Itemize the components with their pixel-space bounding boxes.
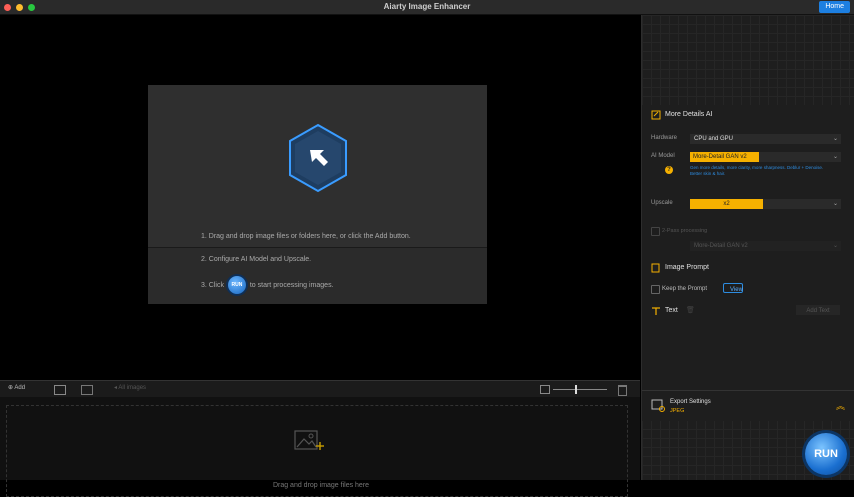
chevron-down-icon: ⌄ (832, 154, 838, 160)
chevron-up-icon[interactable]: ︽ (836, 399, 845, 412)
enhance-icon (651, 110, 661, 120)
app-title: Aiarty Image Enhancer (383, 2, 471, 11)
step-3-suffix: to start processing images. (249, 281, 334, 289)
home-button[interactable]: Home (819, 1, 850, 13)
export-settings-bar[interactable]: Export Settings JPEG ︽ (642, 390, 854, 421)
run-button[interactable]: RUN (805, 433, 847, 475)
export-format: JPEG (670, 408, 685, 414)
all-images-label: All images (118, 385, 147, 391)
filmstrip-drop-zone[interactable]: Drag and drop image files here (6, 405, 628, 497)
upscale-value: x2 (690, 199, 763, 209)
ai-model-label: AI Model (651, 153, 675, 159)
upscale-dropdown[interactable]: x2 ⌄ (690, 199, 841, 209)
add-label: Add (14, 385, 26, 391)
ai-model-hint: Gen more details, more clarity, more sha… (690, 165, 824, 176)
two-pass-checkbox[interactable] (651, 227, 660, 236)
app-logo-icon (289, 123, 347, 193)
ai-model-value: More-Detail GAN v2 (690, 152, 759, 162)
filmstrip-toolbar: ⊕ Add ◂ All images (0, 380, 640, 398)
section-title-more-details: More Details AI (665, 111, 713, 118)
drop-card-upper: 1. Drag and drop image files or folders … (148, 85, 487, 248)
slider-handle[interactable] (575, 385, 577, 394)
drop-card[interactable]: 1. Drag and drop image files or folders … (148, 85, 487, 304)
thumbnail-size-slider[interactable] (553, 389, 607, 390)
help-icon[interactable]: ? (665, 166, 673, 174)
hardware-value: CPU and GPU (694, 136, 734, 142)
upscale-label: Upscale (651, 200, 673, 206)
chevron-down-icon: ⌄ (832, 136, 838, 142)
trash-icon[interactable] (618, 385, 627, 396)
all-images-selector[interactable]: ◂ All images (114, 384, 146, 391)
chevron-down-icon: ⌄ (832, 201, 838, 207)
filmstrip[interactable]: Drag and drop image files here (0, 397, 640, 497)
image-prompt-icon (651, 263, 660, 273)
two-pass-label: 2-Pass processing (662, 228, 708, 234)
title-bar: Aiarty Image Enhancer Home (0, 0, 854, 15)
two-pass-model-value: More-Detail GAN v2 (694, 243, 748, 249)
two-pass-model-dropdown[interactable]: More-Detail GAN v2 ⌄ (690, 241, 841, 251)
keep-prompt-label: Keep the Prompt (662, 286, 708, 292)
keep-prompt-checkbox[interactable] (651, 285, 660, 294)
thumbnail-size-icon (540, 385, 550, 394)
inline-run-button[interactable]: RUN (227, 276, 246, 294)
export-settings-icon (651, 399, 665, 412)
image-canvas[interactable]: 1. Drag and drop image files or folders … (0, 15, 640, 379)
export-settings-title: Export Settings (670, 399, 711, 405)
hardware-label: Hardware (651, 135, 678, 141)
chevron-down-icon: ⌄ (832, 243, 838, 249)
compare-view-icon[interactable] (81, 385, 93, 395)
instruction-step-2: 2. Configure AI Model and Upscale. (201, 256, 312, 263)
image-prompt-title: Image Prompt (665, 264, 709, 271)
delete-text-icon[interactable]: 🗑 (686, 306, 695, 314)
view-prompt-button[interactable]: View (723, 283, 743, 293)
instruction-step-1: 1. Drag and drop image files or folders … (201, 233, 411, 240)
add-text-button[interactable]: Add Text (796, 305, 840, 315)
step-3-prefix: 3. Click (201, 281, 224, 289)
ai-model-dropdown[interactable]: More-Detail GAN v2 ⌄ (690, 152, 841, 162)
add-image-icon (294, 430, 324, 450)
grid-view-icon[interactable] (54, 385, 66, 395)
instruction-step-3: 3. Click RUN to start processing images. (201, 276, 334, 294)
filmstrip-drop-text: Drag and drop image files here (272, 482, 370, 489)
text-icon (652, 307, 660, 315)
hardware-dropdown[interactable]: CPU and GPU ⌄ (690, 134, 841, 144)
settings-panel: More Details AI Hardware CPU and GPU ⌄ A… (641, 15, 854, 480)
text-section-title: Text (665, 307, 678, 314)
add-button[interactable]: ⊕ Add (8, 384, 25, 391)
